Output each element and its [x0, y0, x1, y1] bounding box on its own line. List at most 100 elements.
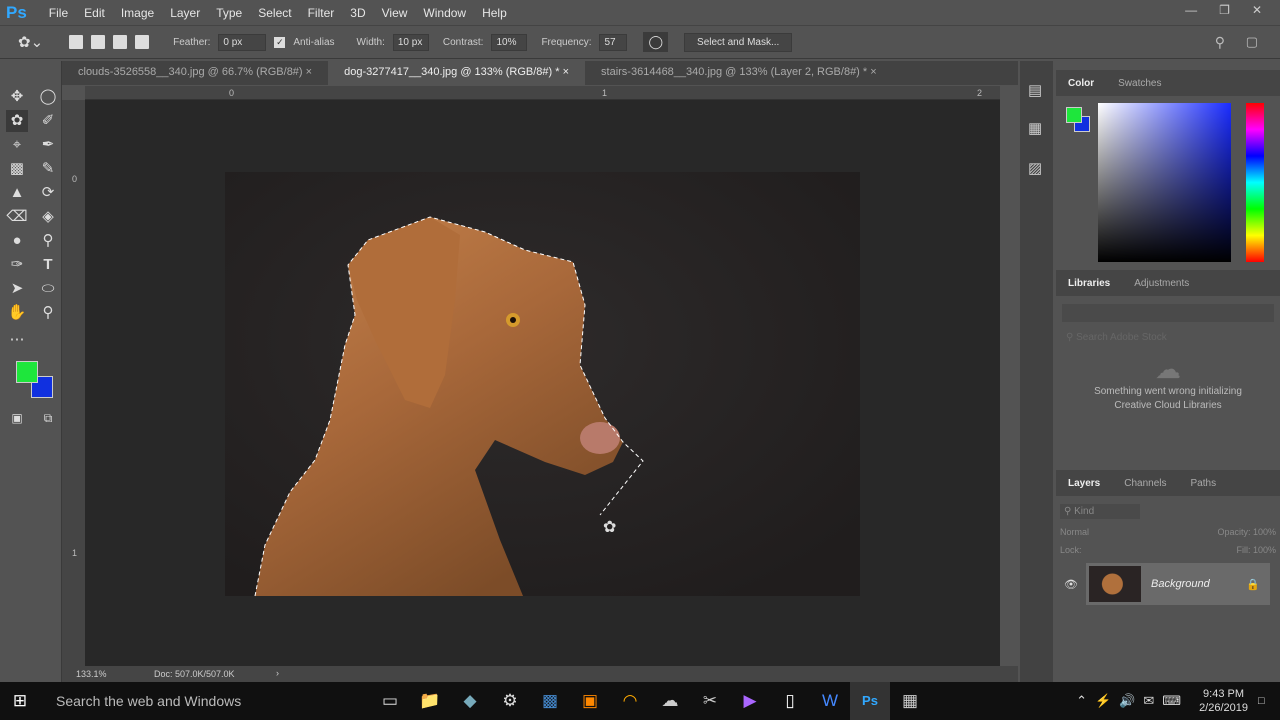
hue-slider[interactable]: [1246, 103, 1264, 262]
system-tray-icons[interactable]: ⌃⚡🔊✉⌨: [1076, 693, 1189, 709]
new-selection-icon[interactable]: [69, 35, 84, 49]
add-selection-icon[interactable]: [91, 35, 106, 49]
fg-color-chip[interactable]: [1066, 107, 1082, 123]
properties-icon[interactable]: ▦: [1028, 119, 1042, 137]
tab-paths[interactable]: Paths: [1179, 478, 1229, 489]
menu-view[interactable]: View: [374, 6, 416, 20]
tab-dog[interactable]: dog-3277417__340.jpg @ 133% (RGB/8#) * ×: [328, 61, 586, 85]
file-explorer-icon[interactable]: 📁: [410, 682, 450, 720]
healing-tool-icon[interactable]: ▩: [6, 158, 28, 180]
tab-layers[interactable]: Layers: [1056, 478, 1112, 489]
color-field[interactable]: [1098, 103, 1231, 262]
marquee-tool-icon[interactable]: ◯: [37, 86, 59, 108]
history-icon[interactable]: ▤: [1028, 81, 1042, 99]
stamp-tool-icon[interactable]: ▲: [6, 182, 28, 204]
history-brush-icon[interactable]: ⟳: [37, 182, 59, 204]
notifications-icon[interactable]: □: [1258, 695, 1280, 707]
move-tool-icon[interactable]: ✥: [6, 86, 28, 108]
menu-file[interactable]: File: [41, 6, 76, 20]
menu-layer[interactable]: Layer: [162, 6, 208, 20]
opacity-input[interactable]: 100%: [1253, 527, 1276, 537]
zoom-level[interactable]: 133.1%: [76, 669, 107, 679]
kind-filter[interactable]: ⚲ Kind: [1060, 504, 1140, 519]
search-icon[interactable]: ⚲: [1215, 34, 1225, 51]
hand-tool-icon[interactable]: ✋: [6, 302, 28, 324]
app-icon[interactable]: ▩: [530, 682, 570, 720]
tab-clouds[interactable]: clouds-3526558__340.jpg @ 66.7% (RGB/8#)…: [62, 61, 328, 85]
word-icon[interactable]: W: [810, 682, 850, 720]
feather-input[interactable]: 0 px: [218, 33, 267, 51]
zoom-tool-icon[interactable]: ⚲: [37, 302, 59, 324]
magnetic-lasso-icon[interactable]: ✿⌄: [18, 33, 43, 51]
close-icon[interactable]: ✕: [1252, 3, 1262, 17]
layer-name[interactable]: Background: [1151, 578, 1246, 590]
stock-search-input[interactable]: ⚲ Search Adobe Stock: [1062, 330, 1274, 348]
menu-help[interactable]: Help: [474, 6, 515, 20]
restore-icon[interactable]: ❐: [1219, 3, 1230, 17]
canvas-area[interactable]: ✿: [85, 100, 1000, 666]
brush-tool-icon[interactable]: ✎: [37, 158, 59, 180]
frequency-input[interactable]: 57: [599, 33, 628, 51]
quick-mask-icon[interactable]: ▣: [6, 407, 28, 429]
visibility-eye-icon[interactable]: 👁: [1056, 578, 1086, 591]
tab-adjustments[interactable]: Adjustments: [1122, 278, 1201, 289]
sublime-icon[interactable]: ▣: [570, 682, 610, 720]
crop-tool-icon[interactable]: ⌖: [6, 134, 28, 156]
close-tab-icon[interactable]: ×: [870, 66, 876, 78]
width-input[interactable]: 10 px: [392, 33, 429, 51]
fill-input[interactable]: 100%: [1253, 545, 1276, 555]
status-arrow-icon[interactable]: ›: [276, 668, 279, 678]
eyedropper-tool-icon[interactable]: ✒: [37, 134, 59, 156]
document-icon[interactable]: ▯: [770, 682, 810, 720]
tab-color[interactable]: Color: [1056, 78, 1106, 89]
windows-start-icon[interactable]: ⊞: [0, 682, 40, 720]
task-view-icon[interactable]: ▭: [370, 682, 410, 720]
menu-edit[interactable]: Edit: [76, 6, 113, 20]
workspace-icon[interactable]: ▢: [1246, 34, 1258, 50]
document-image[interactable]: ✿: [85, 100, 1000, 666]
clock[interactable]: 9:43 PM 2/26/2019: [1189, 687, 1258, 715]
app-icon[interactable]: ◠: [610, 682, 650, 720]
blend-mode-select[interactable]: Normal: [1060, 527, 1089, 537]
app-icon[interactable]: ◆: [450, 682, 490, 720]
minimize-icon[interactable]: —: [1185, 3, 1197, 17]
close-tab-icon[interactable]: ×: [306, 66, 312, 78]
pen-pressure-icon[interactable]: ◯: [643, 32, 669, 52]
tool-presets-icon[interactable]: ▨: [1028, 159, 1042, 177]
taskbar-search[interactable]: Search the web and Windows: [40, 693, 370, 709]
app-icon[interactable]: ✂: [690, 682, 730, 720]
menu-filter[interactable]: Filter: [300, 6, 343, 20]
visual-studio-icon[interactable]: ▶: [730, 682, 770, 720]
menu-type[interactable]: Type: [208, 6, 250, 20]
tab-libraries[interactable]: Libraries: [1056, 278, 1122, 289]
screen-mode-icon[interactable]: ⧉: [37, 407, 59, 429]
photoshop-taskbar-icon[interactable]: Ps: [850, 682, 890, 720]
select-and-mask-button[interactable]: Select and Mask...: [684, 32, 793, 52]
tab-channels[interactable]: Channels: [1112, 478, 1178, 489]
type-tool-icon[interactable]: T: [37, 254, 59, 276]
library-dropdown[interactable]: [1062, 304, 1274, 322]
contrast-input[interactable]: 10%: [491, 33, 528, 51]
quick-select-tool-icon[interactable]: ✐: [37, 110, 59, 132]
subtract-selection-icon[interactable]: [113, 35, 128, 49]
layer-row[interactable]: 👁 Background 🔒: [1056, 563, 1280, 605]
close-tab-icon[interactable]: ×: [563, 66, 569, 78]
app-icon[interactable]: ⚙: [490, 682, 530, 720]
bucket-tool-icon[interactable]: ◈: [37, 206, 59, 228]
blur-tool-icon[interactable]: ●: [6, 230, 28, 252]
menu-select[interactable]: Select: [250, 6, 299, 20]
menu-3d[interactable]: 3D: [342, 6, 373, 20]
ellipse-tool-icon[interactable]: ⬭: [37, 278, 59, 300]
app-icon[interactable]: ☁: [650, 682, 690, 720]
app-icon[interactable]: ▦: [890, 682, 930, 720]
tab-stairs[interactable]: stairs-3614468__340.jpg @ 133% (Layer 2,…: [585, 61, 893, 85]
path-select-icon[interactable]: ➤: [6, 278, 28, 300]
lasso-tool-icon[interactable]: ✿: [6, 110, 28, 132]
eraser-tool-icon[interactable]: ⌫: [6, 206, 28, 228]
pen-tool-icon[interactable]: ✑: [6, 254, 28, 276]
menu-image[interactable]: Image: [113, 6, 162, 20]
tab-swatches[interactable]: Swatches: [1106, 78, 1173, 89]
foreground-color-swatch[interactable]: [16, 361, 38, 383]
menu-window[interactable]: Window: [415, 6, 474, 20]
more-tools-icon[interactable]: ⋯: [6, 329, 28, 351]
